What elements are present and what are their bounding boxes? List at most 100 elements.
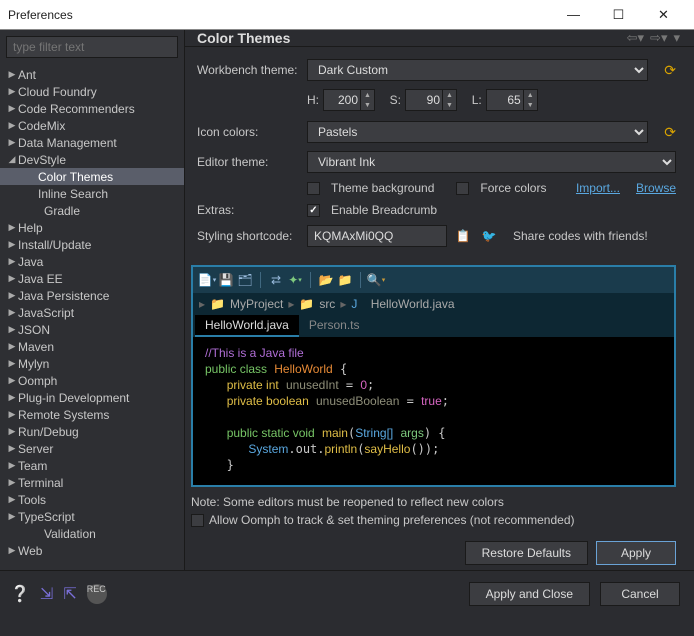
import-link[interactable]: Import... [576, 181, 620, 195]
tree-item-run-debug[interactable]: ▶Run/Debug [0, 423, 184, 440]
force-colors-checkbox[interactable] [456, 182, 469, 195]
enable-breadcrumb-checkbox[interactable] [307, 204, 320, 217]
preview-toolbar: 📄▾ 💾 🗂 ⇄ ✦▾ 📂 📁 🔍▾ [193, 267, 674, 293]
tree-item-web[interactable]: ▶Web [0, 542, 184, 559]
tree-item-gradle[interactable]: Gradle [0, 202, 184, 219]
tree-item-plug-in-development[interactable]: ▶Plug-in Development [0, 389, 184, 406]
search-icon[interactable]: 🔍▾ [368, 272, 384, 288]
l-spin[interactable]: ▲▼ [524, 89, 538, 111]
maximize-button[interactable]: ☐ [596, 0, 641, 29]
tree-item-javascript[interactable]: ▶JavaScript [0, 304, 184, 321]
tree-item-help[interactable]: ▶Help [0, 219, 184, 236]
l-label: L: [472, 93, 482, 107]
tree-item-java-ee[interactable]: ▶Java EE [0, 270, 184, 287]
save-icon[interactable]: 💾 [218, 272, 234, 288]
editor-preview: 📄▾ 💾 🗂 ⇄ ✦▾ 📂 📁 🔍▾ ▸📁MyProject ▸📁src ▸J … [191, 265, 676, 487]
filter-input[interactable] [6, 36, 178, 58]
s-spin[interactable]: ▲▼ [443, 89, 457, 111]
inner-footer: Restore Defaults Apply [185, 533, 694, 575]
refresh-icon[interactable]: ⟳ [664, 124, 676, 141]
share-text: Share codes with friends! [513, 229, 648, 243]
header-nav: ⇦▾ ⇨▾ ▾ [625, 30, 682, 46]
icon-colors-select[interactable]: Pastels [307, 121, 648, 143]
workbench-theme-select[interactable]: Dark Custom [307, 59, 648, 81]
title-bar: Preferences — ☐ ✕ [0, 0, 694, 30]
tree-item-devstyle[interactable]: ◢DevStyle [0, 151, 184, 168]
tree-item-code-recommenders[interactable]: ▶Code Recommenders [0, 100, 184, 117]
tree-item-tools[interactable]: ▶Tools [0, 491, 184, 508]
s-label: S: [390, 93, 401, 107]
twitter-icon[interactable]: 🐦 [481, 228, 497, 244]
hsl-controls: H: ▲▼ S: ▲▼ L: ▲▼ [307, 89, 676, 111]
export-prefs-icon[interactable]: ⇱ [63, 584, 76, 604]
apply-and-close-button[interactable]: Apply and Close [469, 582, 590, 606]
tree-item-typescript[interactable]: ▶TypeScript [0, 508, 184, 525]
dialog-footer: ❔ ⇲ ⇱ REC Apply and Close Cancel [0, 570, 694, 616]
preview-tabs: HelloWorld.java Person.ts [193, 315, 674, 337]
editor-theme-select[interactable]: Vibrant Ink [307, 151, 676, 173]
tree-item-server[interactable]: ▶Server [0, 440, 184, 457]
tree-item-team[interactable]: ▶Team [0, 457, 184, 474]
cancel-button[interactable]: Cancel [600, 582, 680, 606]
tree-item-java-persistence[interactable]: ▶Java Persistence [0, 287, 184, 304]
breadcrumb-project[interactable]: MyProject [230, 297, 283, 311]
preferences-sidebar: ▶Ant▶Cloud Foundry▶Code Recommenders▶Cod… [0, 30, 185, 570]
folder-icon: 📁 [299, 297, 314, 311]
folder-icon: 📁 [210, 297, 225, 311]
minimize-button[interactable]: — [551, 0, 596, 29]
back-icon[interactable]: ⇦▾ [625, 30, 646, 46]
refresh-icon[interactable]: ⟳ [664, 62, 676, 79]
allow-oomph-label: Allow Oomph to track & set theming prefe… [209, 513, 575, 527]
force-colors-label: Force colors [480, 181, 546, 195]
extras-label: Extras: [197, 203, 307, 217]
open-icon[interactable]: 📂 [318, 272, 334, 288]
theme-background-checkbox[interactable] [307, 182, 320, 195]
tree-item-mylyn[interactable]: ▶Mylyn [0, 355, 184, 372]
clipboard-icon[interactable]: 📋 [455, 228, 471, 244]
page-title: Color Themes [197, 30, 625, 46]
help-icon[interactable]: ❔ [10, 584, 30, 604]
tree-item-data-management[interactable]: ▶Data Management [0, 134, 184, 151]
tree-item-maven[interactable]: ▶Maven [0, 338, 184, 355]
breadcrumb-src[interactable]: src [319, 297, 335, 311]
record-icon[interactable]: REC [87, 584, 107, 604]
tree-item-java[interactable]: ▶Java [0, 253, 184, 270]
tree-item-json[interactable]: ▶JSON [0, 321, 184, 338]
forward-icon[interactable]: ⇨▾ [648, 30, 669, 46]
h-input[interactable] [323, 89, 361, 111]
preferences-tree[interactable]: ▶Ant▶Cloud Foundry▶Code Recommenders▶Cod… [0, 64, 184, 570]
breadcrumb-file[interactable]: HelloWorld.java [371, 297, 455, 311]
import-prefs-icon[interactable]: ⇲ [40, 584, 53, 604]
enable-breadcrumb-label: Enable Breadcrumb [331, 203, 437, 217]
sync-icon[interactable]: ⇄ [268, 272, 284, 288]
h-spin[interactable]: ▲▼ [361, 89, 375, 111]
tree-item-cloud-foundry[interactable]: ▶Cloud Foundry [0, 83, 184, 100]
tree-item-color-themes[interactable]: Color Themes [0, 168, 184, 185]
tab-helloworld[interactable]: HelloWorld.java [195, 315, 299, 337]
tree-item-remote-systems[interactable]: ▶Remote Systems [0, 406, 184, 423]
new-icon[interactable]: 📄▾ [199, 272, 215, 288]
window-title: Preferences [8, 8, 551, 22]
save-all-icon[interactable]: 🗂 [237, 272, 253, 288]
tree-item-ant[interactable]: ▶Ant [0, 66, 184, 83]
tree-item-validation[interactable]: Validation [0, 525, 184, 542]
s-input[interactable] [405, 89, 443, 111]
l-input[interactable] [486, 89, 524, 111]
menu-icon[interactable]: ▾ [671, 30, 682, 46]
open-project-icon[interactable]: 📁 [337, 272, 353, 288]
close-button[interactable]: ✕ [641, 0, 686, 29]
tree-item-codemix[interactable]: ▶CodeMix [0, 117, 184, 134]
tree-item-oomph[interactable]: ▶Oomph [0, 372, 184, 389]
tree-item-inline-search[interactable]: Inline Search [0, 185, 184, 202]
tab-person[interactable]: Person.ts [299, 315, 370, 337]
allow-oomph-checkbox[interactable] [191, 514, 204, 527]
tree-item-install-update[interactable]: ▶Install/Update [0, 236, 184, 253]
shortcode-input[interactable] [307, 225, 447, 247]
browse-link[interactable]: Browse [636, 181, 676, 195]
tree-item-terminal[interactable]: ▶Terminal [0, 474, 184, 491]
breadcrumb[interactable]: ▸📁MyProject ▸📁src ▸J HelloWorld.java [193, 293, 674, 315]
restore-defaults-button[interactable]: Restore Defaults [465, 541, 588, 565]
apply-button[interactable]: Apply [596, 541, 676, 565]
magic-icon[interactable]: ✦▾ [287, 272, 303, 288]
theme-background-label: Theme background [331, 181, 434, 195]
